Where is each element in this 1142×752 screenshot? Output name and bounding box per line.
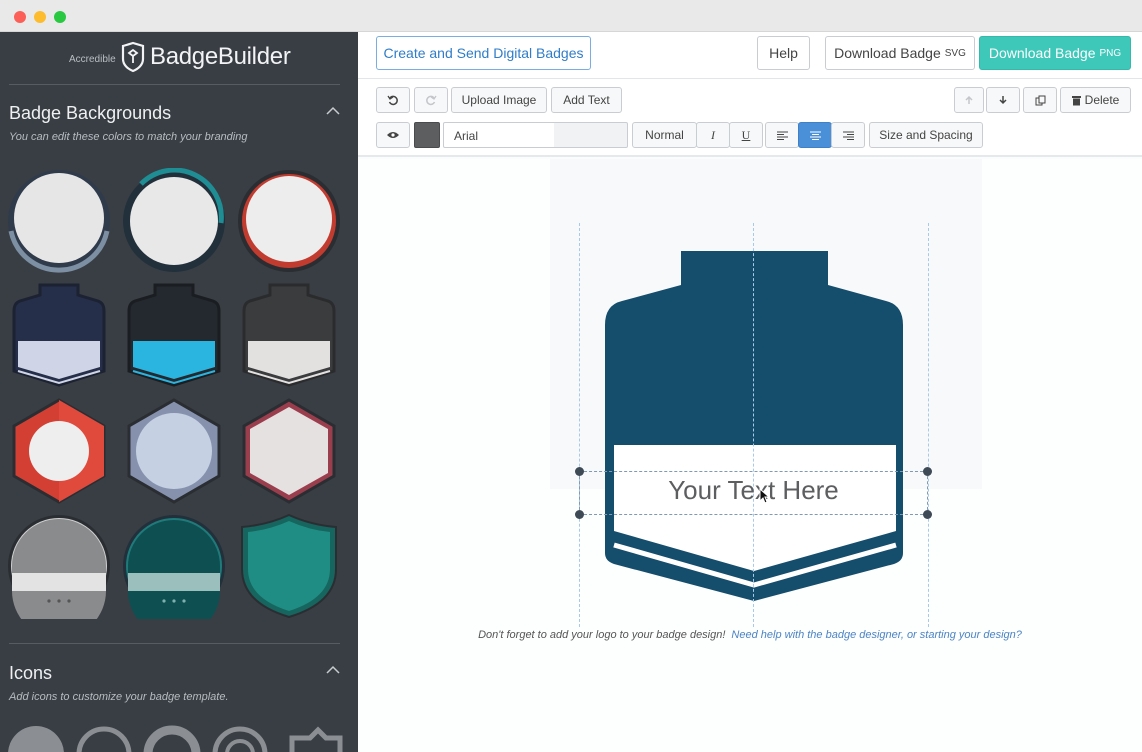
brand-header: Accredible BadgeBuilder (0, 32, 358, 84)
arrow-down-icon (999, 96, 1007, 105)
upload-image-button[interactable]: Upload Image (451, 87, 547, 113)
move-down-button[interactable] (986, 87, 1020, 113)
download-png-button[interactable]: Download Badge PNG (979, 36, 1131, 70)
background-option[interactable] (236, 168, 342, 274)
delete-label: Delete (1084, 93, 1120, 107)
duplicate-button[interactable] (1023, 87, 1057, 113)
background-option[interactable] (121, 398, 227, 504)
brand-name: BadgeBuilder (150, 43, 291, 70)
section-subtitle-icons: Add icons to customize your badge templa… (9, 691, 229, 703)
help-link[interactable]: Need help with the badge designer, or st… (731, 629, 1021, 641)
eye-icon (387, 132, 399, 138)
add-text-button[interactable]: Add Text (551, 87, 622, 113)
size-and-spacing-button[interactable]: Size and Spacing (869, 122, 983, 148)
chevron-up-icon[interactable] (326, 665, 340, 675)
align-center-button[interactable] (798, 122, 832, 148)
close-window-button[interactable] (14, 11, 26, 23)
trash-icon (1071, 95, 1081, 105)
ring-icon[interactable] (76, 726, 132, 752)
divider (9, 84, 340, 85)
font-family-select[interactable]: Arial (443, 122, 628, 148)
undo-button[interactable] (376, 87, 410, 113)
guide-line (753, 223, 754, 627)
download-svg-suffix: SVG (944, 47, 966, 59)
target-icon[interactable] (212, 726, 268, 752)
move-up-button[interactable] (954, 87, 984, 113)
thick-ring-icon[interactable] (143, 725, 201, 752)
badge-text[interactable]: Your Text Here (579, 475, 928, 506)
resize-handle[interactable] (575, 467, 584, 476)
minimize-window-button[interactable] (34, 11, 46, 23)
section-title-icons: Icons (9, 663, 53, 683)
main-panel: Create and Send Digital Badges Help Down… (358, 32, 1142, 752)
background-option[interactable] (121, 283, 227, 389)
download-png-label: Download Badge (988, 45, 1096, 61)
copy-icon (1035, 95, 1045, 105)
circle-icon[interactable] (8, 726, 64, 752)
background-option[interactable] (236, 398, 342, 504)
resize-handle[interactable] (923, 510, 932, 519)
background-option[interactable] (6, 168, 112, 274)
badge-shape[interactable] (594, 241, 914, 601)
undo-icon (387, 95, 398, 106)
visibility-toggle[interactable] (376, 122, 410, 148)
align-center-icon (809, 131, 821, 140)
brand-prefix: Accredible (69, 54, 116, 65)
guide-line (928, 223, 929, 627)
window-titlebar (0, 0, 1142, 32)
document-icon[interactable] (289, 726, 343, 752)
top-bar: Create and Send Digital Badges Help Down… (358, 32, 1142, 79)
help-button[interactable]: Help (757, 36, 810, 70)
align-left-icon (776, 131, 788, 140)
section-title-backgrounds: Badge Backgrounds (9, 103, 172, 123)
resize-handle[interactable] (923, 467, 932, 476)
design-canvas[interactable]: Your Text Here Don't forget to add your … (358, 159, 1142, 752)
redo-button[interactable] (414, 87, 448, 113)
logo-reminder-text: Don't forget to add your logo to your ba… (478, 629, 726, 641)
align-left-button[interactable] (765, 122, 799, 148)
delete-button[interactable]: Delete (1060, 87, 1131, 113)
underline-button[interactable]: U (729, 122, 763, 148)
background-option[interactable] (6, 283, 112, 389)
download-svg-button[interactable]: Download Badge SVG (825, 36, 975, 70)
chevron-up-icon[interactable] (326, 106, 340, 116)
arrow-up-icon (965, 95, 973, 104)
sidebar: Accredible BadgeBuilder Badge Background… (0, 32, 358, 752)
badge-logo-icon (121, 41, 145, 73)
italic-button[interactable]: I (696, 122, 730, 148)
editor-toolbar: Upload Image Add Text Delete Arial Norma… (358, 79, 1142, 157)
align-right-button[interactable] (831, 122, 865, 148)
create-and-send-button[interactable]: Create and Send Digital Badges (376, 36, 591, 70)
icon-options-row (8, 725, 343, 752)
divider (9, 643, 340, 644)
background-option[interactable] (236, 513, 342, 619)
mouse-cursor-icon (759, 488, 770, 504)
download-png-suffix: PNG (1099, 47, 1122, 59)
background-option[interactable] (121, 168, 227, 274)
font-weight-button[interactable]: Normal (632, 122, 697, 148)
redo-icon (426, 95, 437, 106)
align-right-icon (842, 131, 854, 140)
resize-handle[interactable] (575, 510, 584, 519)
text-color-swatch[interactable] (414, 122, 440, 148)
guide-line (579, 223, 580, 627)
section-subtitle-backgrounds: You can edit these colors to match your … (9, 131, 248, 143)
background-option[interactable] (6, 398, 112, 504)
background-option[interactable] (6, 513, 112, 619)
download-svg-label: Download Badge (834, 45, 941, 61)
background-option[interactable] (236, 283, 342, 389)
background-option[interactable] (121, 513, 227, 619)
zoom-window-button[interactable] (54, 11, 66, 23)
canvas-footer-note: Don't forget to add your logo to your ba… (358, 629, 1142, 641)
